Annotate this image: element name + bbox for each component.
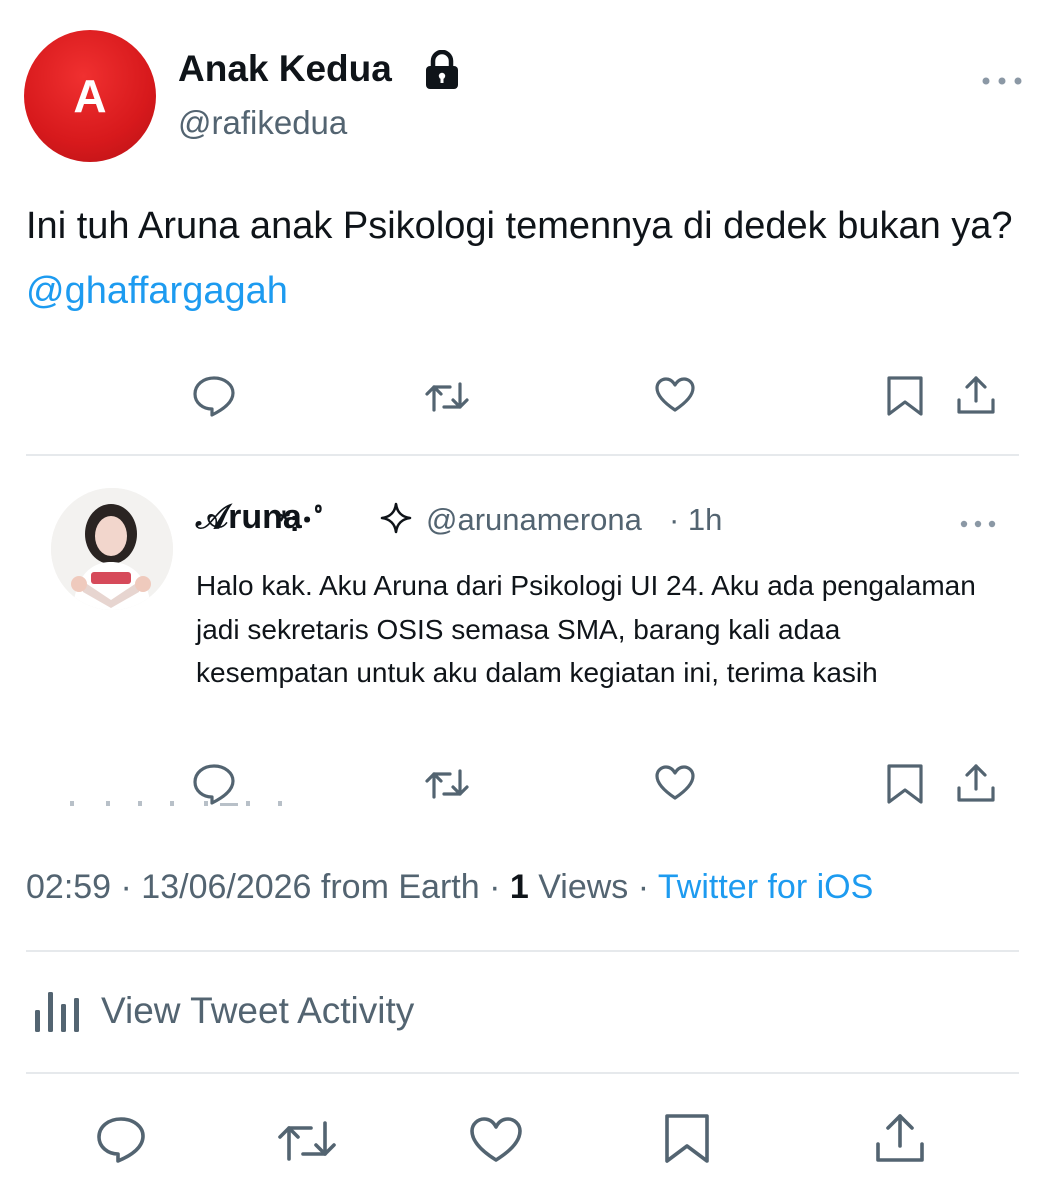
author-display-name[interactable]: Anak Kedua [178,48,392,90]
source-link[interactable]: Twitter for iOS [658,868,873,906]
bottom-reply-icon[interactable] [96,1116,146,1164]
reply-bookmark-icon[interactable] [886,763,924,805]
like-icon[interactable] [655,377,695,413]
mention-link[interactable]: @ghaffargagah [26,270,288,312]
ghost-artifact [70,795,290,809]
view-tweet-activity-link[interactable]: View Tweet Activity [101,990,414,1032]
tweet-body: Ini tuh Aruna anak Psikologi temennya di… [26,205,1013,247]
author-avatar[interactable]: A [24,30,156,162]
reply-text: Halo kak. Aku Aruna dari Psikologi UI 24… [196,570,976,688]
bottom-bookmark-icon[interactable] [664,1113,710,1165]
share-icon[interactable] [955,374,997,416]
lock-icon [424,49,460,90]
analytics-icon[interactable] [34,988,82,1034]
reply-more-options-icon[interactable] [960,515,996,528]
bottom-like-icon[interactable] [470,1117,522,1163]
tweet-metadata: 02:59 · 13/06/2026 from Earth · 1 Views … [26,868,873,907]
reply-handle[interactable]: @arunamerona [426,502,642,538]
divider [26,454,1019,456]
sparkle-icon [380,502,412,534]
author-handle[interactable]: @rafikedua [178,104,347,142]
reply-timestamp[interactable]: · 1h [669,502,722,538]
divider [26,1072,1019,1074]
tweet-text: Ini tuh Aruna anak Psikologi temennya di… [26,194,1016,324]
bottom-retweet-icon[interactable] [276,1119,338,1163]
bookmark-icon[interactable] [886,375,924,417]
reply-reply-icon[interactable] [192,763,236,805]
timestamp: 02:59 · 13/06/2026 from Earth · [26,868,510,906]
reply-retweet-icon[interactable] [424,767,470,801]
retweet-icon[interactable] [424,380,470,414]
reply-icon[interactable] [192,375,236,417]
divider [26,950,1019,952]
bottom-share-icon[interactable] [874,1112,926,1164]
views-label: Views · [528,868,658,906]
reply-like-icon[interactable] [655,765,695,801]
views-count: 1 [509,868,529,906]
avatar-letter: A [73,70,107,122]
reply-share-icon[interactable] [955,762,997,804]
more-options-icon[interactable] [982,72,1022,85]
reply-avatar[interactable] [51,488,173,610]
reply-name-decoration: *:･ﾟ [278,505,330,538]
